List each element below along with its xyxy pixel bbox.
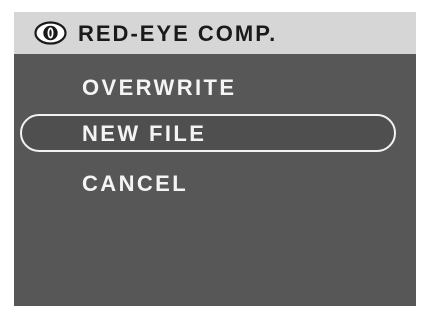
menu-title: RED-EYE COMP. (78, 21, 278, 46)
menu-item-label: NEW FILE (82, 121, 207, 146)
red-eye-icon (34, 21, 67, 45)
menu-item-label: OVERWRITE (82, 75, 237, 100)
menu-item-overwrite[interactable]: OVERWRITE (20, 68, 396, 106)
menu-item-cancel[interactable]: CANCEL (20, 164, 396, 202)
menu-item-label: CANCEL (82, 171, 189, 196)
menu-title-bar: RED-EYE COMP. (14, 12, 416, 54)
camera-menu-screen: RED-EYE COMP. OVERWRITE NEW FILE CANCEL (14, 12, 416, 306)
menu-item-new-file[interactable]: NEW FILE (20, 114, 396, 152)
